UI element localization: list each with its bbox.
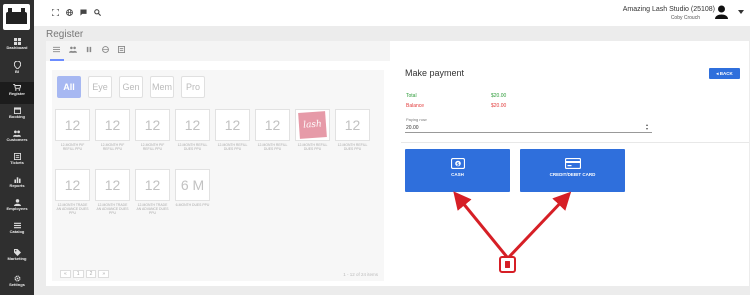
annotation-arrows bbox=[453, 191, 572, 273]
annotation-marker-dot bbox=[505, 261, 510, 268]
arrow-to-cash bbox=[453, 191, 509, 258]
arrow-to-card bbox=[507, 191, 572, 259]
